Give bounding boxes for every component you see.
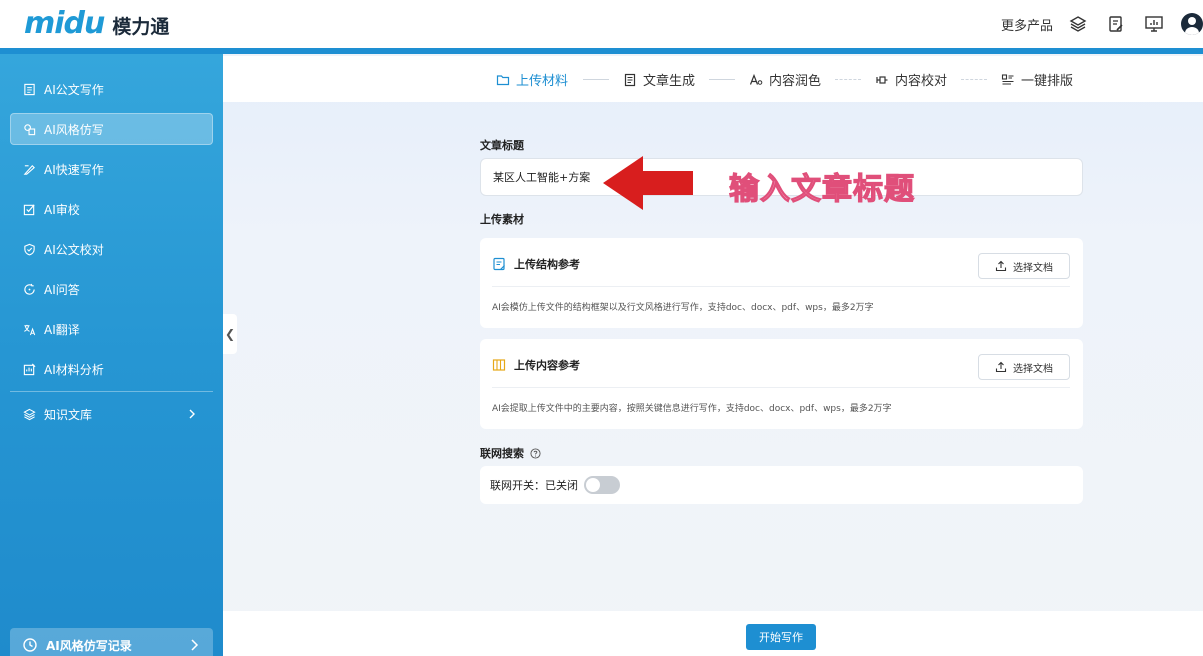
translate-icon (22, 322, 36, 336)
folder-icon (496, 73, 510, 87)
sidebar-item-qa[interactable]: AI问答 (10, 273, 213, 305)
step-label: 上传材料 (516, 74, 569, 89)
network-toggle[interactable] (584, 476, 620, 494)
main-content: 上传材料 文章生成 内容润色 内容校对 一键排版 ❮ 文章标题 某区人工智能+方… (223, 56, 1203, 656)
content-reference-card: 上传内容参考 选择文档 AI会提取上传文件中的主要内容，按照关键信息进行写作，支… (480, 339, 1083, 429)
structure-reference-desc: AI会模仿上传文件的结构框架以及行文风格进行写作，支持doc、docx、pdf、… (492, 303, 874, 313)
network-search-section: 联网搜索 (480, 445, 541, 461)
step-connector (709, 79, 735, 80)
proofread-icon (875, 73, 889, 87)
sidebar-item-knowledge-library[interactable]: 知识文库 (10, 398, 213, 430)
card-divider (492, 387, 1070, 388)
sidebar-item-label: 知识文库 (44, 407, 93, 422)
top-header: midu 模力通 更多产品 (0, 0, 1203, 48)
logo[interactable]: midu 模力通 (24, 6, 169, 41)
structure-reference-card: 上传结构参考 选择文档 AI会模仿上传文件的结构框架以及行文风格进行写作，支持d… (480, 238, 1083, 328)
step-label: 内容润色 (769, 74, 822, 89)
history-records-button[interactable]: AI风格仿写记录 (10, 628, 213, 656)
network-switch-label: 联网开关： (490, 479, 545, 492)
edit-note-icon[interactable] (1105, 13, 1127, 35)
structure-doc-icon (492, 257, 506, 271)
book-icon (492, 358, 506, 372)
quick-write-icon (22, 162, 36, 176)
sidebar-item-label: AI材料分析 (44, 362, 104, 377)
layers-icon (22, 407, 36, 421)
analysis-icon (22, 362, 36, 376)
doc-icon (623, 73, 637, 87)
sidebar-item-style-imitation[interactable]: AI风格仿写 (10, 113, 213, 145)
start-writing-button[interactable]: 开始写作 (746, 624, 816, 650)
bottom-action-bar (223, 611, 1203, 656)
presentation-icon[interactable] (1143, 13, 1165, 35)
document-icon (22, 82, 36, 96)
step-content-proofread[interactable]: 内容校对 (875, 70, 947, 89)
user-avatar-icon[interactable] (1181, 13, 1203, 35)
choose-structure-document-button[interactable]: 选择文档 (978, 253, 1070, 279)
sidebar-item-label: AI快速写作 (44, 162, 104, 177)
materials-label: 上传素材 (480, 213, 524, 226)
sidebar-item-translate[interactable]: AI翻译 (10, 313, 213, 345)
upload-icon (995, 260, 1007, 272)
choose-document-label: 选择文档 (1013, 363, 1053, 375)
style-icon (22, 122, 36, 136)
sidebar-item-proofread[interactable]: AI公文校对 (10, 233, 213, 265)
step-upload-materials[interactable]: 上传材料 (496, 70, 568, 89)
sidebar-item-official-writing[interactable]: AI公文写作 (10, 73, 213, 105)
sidebar-divider (10, 391, 213, 392)
step-progress-bar: 上传材料 文章生成 内容润色 内容校对 一键排版 (223, 56, 1203, 102)
clock-icon (22, 637, 38, 653)
sidebar-item-label: AI风格仿写 (44, 122, 104, 137)
annotation-text: 输入文章标题 (728, 171, 915, 207)
choose-document-label: 选择文档 (1013, 262, 1053, 274)
sidebar-item-label: AI翻译 (44, 322, 80, 337)
network-state-text: 已关闭 (545, 479, 578, 492)
step-connector (583, 79, 609, 80)
chevron-right-icon (185, 407, 199, 421)
step-one-click-layout[interactable]: 一键排版 (1001, 70, 1073, 89)
more-products-link[interactable]: 更多产品 (1001, 15, 1053, 34)
shield-check-icon (22, 242, 36, 256)
sidebar-item-review[interactable]: AI审校 (10, 193, 213, 225)
step-connector (835, 79, 861, 80)
network-search-label: 联网搜索 (480, 447, 524, 460)
sidebar-item-label: AI公文校对 (44, 242, 104, 257)
sidebar-item-quick-writing[interactable]: AI快速写作 (10, 153, 213, 185)
content-reference-title: 上传内容参考 (514, 359, 580, 372)
logo-mark: midu (24, 6, 105, 41)
sidebar-item-label: AI公文写作 (44, 82, 104, 97)
step-article-generation[interactable]: 文章生成 (623, 70, 695, 89)
annotation-arrow-icon (603, 156, 693, 210)
layers-icon[interactable] (1067, 13, 1089, 35)
history-records-label: AI风格仿写记录 (46, 638, 132, 653)
chevron-left-icon: ❮ (224, 327, 236, 341)
chevron-right-icon (187, 638, 201, 652)
sidebar-item-label: AI问答 (44, 282, 80, 297)
choose-content-document-button[interactable]: 选择文档 (978, 354, 1070, 380)
sidebar: AI公文写作 AI风格仿写 AI快速写作 AI审校 AI公文校对 AI问答 AI… (0, 54, 223, 656)
step-content-polish[interactable]: 内容润色 (749, 70, 821, 89)
card-divider (492, 286, 1070, 287)
content-reference-desc: AI会提取上传文件中的主要内容，按照关键信息进行写作，支持doc、docx、pd… (492, 404, 892, 414)
network-switch-row: 联网开关： 已关闭 (480, 466, 1083, 504)
step-label: 内容校对 (895, 74, 948, 89)
layout-icon (1001, 73, 1015, 87)
step-label: 一键排版 (1021, 74, 1074, 89)
help-circle-icon[interactable] (530, 447, 541, 459)
step-label: 文章生成 (643, 74, 696, 89)
qa-icon (22, 282, 36, 296)
sidebar-item-analysis[interactable]: AI材料分析 (10, 353, 213, 385)
review-icon (22, 202, 36, 216)
article-title-label: 文章标题 (480, 139, 524, 152)
brand-name: 模力通 (112, 16, 170, 38)
step-connector (961, 79, 987, 80)
structure-reference-title: 上传结构参考 (514, 258, 580, 271)
sidebar-item-label: AI审校 (44, 202, 80, 217)
sidebar-collapse-handle[interactable]: ❮ (223, 314, 237, 354)
text-style-icon (749, 73, 763, 87)
upload-icon (995, 361, 1007, 373)
